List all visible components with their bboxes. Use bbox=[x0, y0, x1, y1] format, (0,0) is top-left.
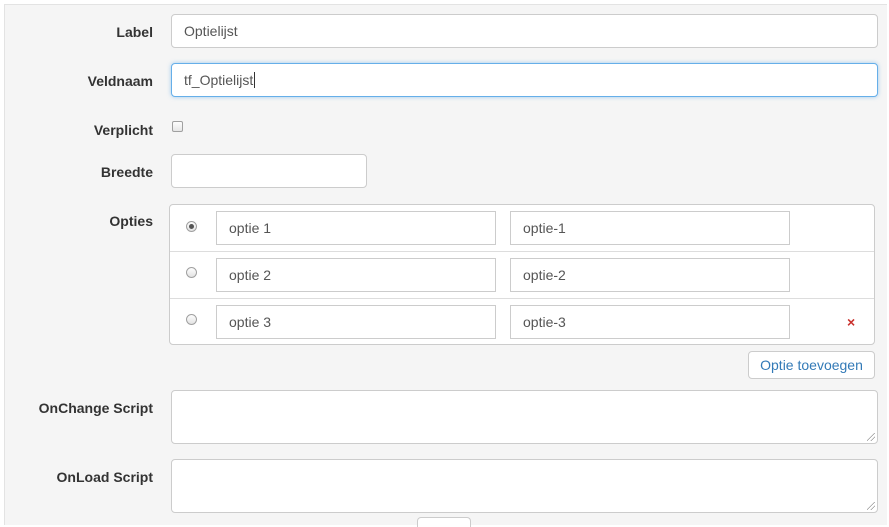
remove-option-icon[interactable]: × bbox=[847, 314, 855, 330]
option-1-radio[interactable] bbox=[186, 221, 197, 232]
resize-handle-icon[interactable] bbox=[867, 433, 875, 441]
option-row: optie 3 optie-3 × bbox=[170, 298, 874, 346]
option-2-text: optie 2 bbox=[229, 267, 272, 283]
option-2-text-input[interactable]: optie 2 bbox=[216, 258, 496, 292]
option-3-value: optie-3 bbox=[523, 314, 566, 330]
onchange-script-textarea[interactable] bbox=[171, 390, 878, 444]
option-3-radio[interactable] bbox=[186, 314, 197, 325]
onload-script-label: OnLoad Script bbox=[56, 469, 153, 485]
option-3-value-input[interactable]: optie-3 bbox=[510, 305, 790, 339]
verplicht-label: Verplicht bbox=[93, 122, 153, 138]
option-3-text: optie 3 bbox=[229, 314, 272, 330]
option-1-value-input[interactable]: optie-1 bbox=[510, 211, 790, 245]
option-1-value: optie-1 bbox=[523, 220, 566, 236]
option-2-radio[interactable] bbox=[186, 267, 197, 278]
onload-script-textarea[interactable] bbox=[171, 459, 878, 513]
opties-list: optie 1 optie-1 optie 2 optie-2 optie 3 … bbox=[169, 204, 875, 345]
verplicht-checkbox[interactable] bbox=[172, 121, 183, 132]
option-1-text: optie 1 bbox=[229, 220, 272, 236]
text-caret bbox=[254, 72, 256, 88]
veldnaam-input[interactable]: tf_Optielijst bbox=[171, 63, 878, 97]
onchange-script-label: OnChange Script bbox=[38, 400, 153, 416]
option-2-value-input[interactable]: optie-2 bbox=[510, 258, 790, 292]
submit-button[interactable] bbox=[417, 517, 471, 527]
breedte-label: Breedte bbox=[100, 164, 153, 180]
label-input[interactable]: Optielijst bbox=[171, 14, 878, 48]
option-3-text-input[interactable]: optie 3 bbox=[216, 305, 496, 339]
veldnaam-label: Veldnaam bbox=[87, 73, 153, 89]
opties-label: Opties bbox=[109, 213, 153, 229]
option-row: optie 1 optie-1 bbox=[170, 205, 874, 252]
label-input-value: Optielijst bbox=[184, 23, 238, 39]
option-row: optie 2 optie-2 bbox=[170, 251, 874, 299]
add-option-button[interactable]: Optie toevoegen bbox=[748, 351, 875, 379]
label-label: Label bbox=[116, 24, 153, 40]
resize-handle-icon[interactable] bbox=[867, 502, 875, 510]
option-2-value: optie-2 bbox=[523, 267, 566, 283]
breedte-input[interactable] bbox=[171, 154, 367, 188]
veldnaam-input-value: tf_Optielijst bbox=[184, 72, 254, 88]
option-1-text-input[interactable]: optie 1 bbox=[216, 211, 496, 245]
